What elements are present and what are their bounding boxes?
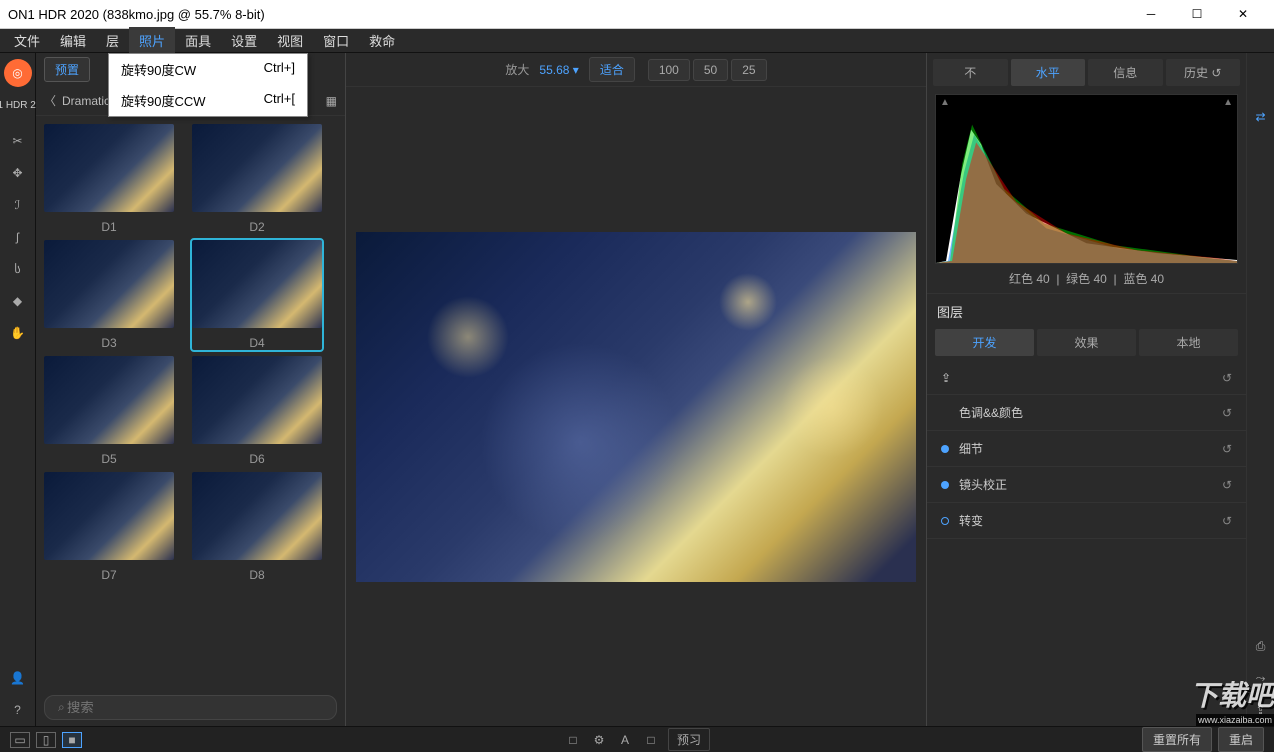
layers-title: 图层 — [927, 294, 1246, 329]
right-panel: 不水平信息历史 ↺ ▲ ▲ 红色 40 | 绿色 40 | 蓝色 40 图层 开… — [926, 53, 1246, 726]
main-canvas[interactable] — [356, 232, 916, 582]
search-input[interactable] — [44, 695, 337, 720]
zoom-label: 放大 — [505, 61, 529, 78]
adjust-row-色调&&颜色[interactable]: 色调&&颜色↺ — [927, 395, 1246, 431]
preset-D3[interactable]: D3 — [44, 240, 174, 350]
help-icon[interactable]: ? — [4, 696, 32, 724]
close-button[interactable]: ✕ — [1220, 0, 1266, 29]
menu-照片[interactable]: 照片 — [129, 27, 175, 54]
menu-视图[interactable]: 视图 — [267, 27, 313, 54]
adjust-row-镜头校正[interactable]: 镜头校正↺ — [927, 467, 1246, 503]
right-tab-历史[interactable]: 历史 ↺ — [1166, 59, 1241, 86]
window-title: ON1 HDR 2020 (838kmo.jpg @ 55.7% 8-bit) — [8, 7, 1128, 22]
subtab-开发[interactable]: 开发 — [935, 329, 1034, 356]
crop-tool-icon[interactable]: ✂ — [4, 127, 32, 155]
photo-menu-dropdown: 旋转90度CWCtrl+]旋转90度CCWCtrl+[ — [108, 53, 308, 117]
menubar: 文件编辑层照片面具设置视图窗口救命 — [0, 29, 1274, 53]
user-icon[interactable]: 👤 — [4, 664, 32, 692]
center-canvas-area: 放大 55.68 ▾ 适合 1005025 — [346, 53, 926, 726]
presets-panel: 预置 〈 Dramatic ▦ D1D2D3D4D5D6D7D8 ⌕ — [36, 53, 346, 726]
left-tool-column: ◎ ON1 HDR 2020 ✂ ✥ ℐ ʃ ს ◆ ✋ 👤 ? — [0, 53, 36, 726]
highlight-clip-icon[interactable]: ▲ — [1223, 97, 1233, 108]
menu-窗口[interactable]: 窗口 — [313, 27, 359, 54]
rgb-readout: 红色 40 | 绿色 40 | 蓝色 40 — [927, 264, 1246, 294]
zoom-100[interactable]: 100 — [648, 59, 690, 81]
bottom-tool-icon[interactable]: □ — [564, 733, 582, 747]
export2-icon[interactable]: ⇪ — [1250, 699, 1272, 721]
shadow-clip-icon[interactable]: ▲ — [940, 97, 950, 108]
histogram[interactable]: ▲ ▲ — [935, 94, 1238, 264]
right-tab-信息[interactable]: 信息 — [1088, 59, 1163, 86]
minimize-button[interactable]: ─ — [1128, 0, 1174, 29]
restart-button[interactable]: 重启 — [1218, 727, 1264, 752]
subtab-本地[interactable]: 本地 — [1139, 329, 1238, 356]
grid-view-icon[interactable]: ▦ — [326, 94, 337, 108]
brush-tool-icon[interactable]: ℐ — [4, 191, 32, 219]
preset-D1[interactable]: D1 — [44, 124, 174, 234]
zoom-value[interactable]: 55.68 ▾ — [539, 63, 578, 77]
bottom-tool-icon[interactable]: □ — [642, 733, 660, 747]
adjust-row-细节[interactable]: 细节↺ — [927, 431, 1246, 467]
menu-设置[interactable]: 设置 — [221, 27, 267, 54]
hand-tool-icon[interactable]: ✋ — [4, 319, 32, 347]
preset-D8[interactable]: D8 — [192, 472, 322, 582]
fit-button[interactable]: 适合 — [589, 57, 635, 82]
preset-D5[interactable]: D5 — [44, 356, 174, 466]
reset-all-button[interactable]: 重置所有 — [1142, 727, 1212, 752]
maximize-button[interactable]: ☐ — [1174, 0, 1220, 29]
bottom-tool-icon[interactable]: ⚙ — [590, 733, 608, 747]
adjust-row-转变[interactable]: 转变↺ — [927, 503, 1246, 539]
share-icon[interactable]: ⤳ — [1250, 667, 1272, 689]
export-row[interactable]: ⇪ ↺ — [927, 362, 1246, 395]
print-icon[interactable]: ⎙ — [1250, 635, 1272, 657]
menu-面具[interactable]: 面具 — [175, 27, 221, 54]
view-mode-3-icon[interactable]: ■ — [62, 732, 82, 748]
right-tab-水平[interactable]: 水平 — [1011, 59, 1086, 86]
zoom-bar: 放大 55.68 ▾ 适合 1005025 — [346, 53, 926, 87]
right-tab-不[interactable]: 不 — [933, 59, 1008, 86]
preset-D4[interactable]: D4 — [192, 240, 322, 350]
clone-tool-icon[interactable]: ს — [4, 255, 32, 283]
brand-icon[interactable]: ◎ — [4, 59, 32, 87]
heal-tool-icon[interactable]: ʃ — [4, 223, 32, 251]
move-tool-icon[interactable]: ✥ — [4, 159, 32, 187]
zoom-25[interactable]: 25 — [731, 59, 766, 81]
preset-D2[interactable]: D2 — [192, 124, 322, 234]
export-icon: ⇪ — [941, 371, 1222, 385]
adjust-icon[interactable]: ⇄ — [1250, 106, 1272, 128]
preset-D7[interactable]: D7 — [44, 472, 174, 582]
menu-文件[interactable]: 文件 — [4, 27, 50, 54]
reset-icon[interactable]: ↺ — [1222, 371, 1232, 385]
right-tool-column: ⇄ ⎙ ⤳ ⇪ — [1246, 53, 1274, 726]
bottom-bar: ▭ ▯ ■ □ ⚙ A □ 预习 重置所有 重启 — [0, 726, 1274, 752]
menu-救命[interactable]: 救命 — [359, 27, 405, 54]
menu-item-旋转90度CCW[interactable]: 旋转90度CCWCtrl+[ — [109, 85, 307, 116]
titlebar: ON1 HDR 2020 (838kmo.jpg @ 55.7% 8-bit) … — [0, 0, 1274, 29]
subtab-效果[interactable]: 效果 — [1037, 329, 1136, 356]
bottom-tool-icon[interactable]: A — [616, 733, 634, 747]
view-mode-1-icon[interactable]: ▭ — [10, 732, 30, 748]
mask-tool-icon[interactable]: ◆ — [4, 287, 32, 315]
menu-层[interactable]: 层 — [96, 27, 129, 54]
back-icon[interactable]: 〈 — [44, 92, 56, 109]
preset-D6[interactable]: D6 — [192, 356, 322, 466]
presets-pill[interactable]: 预置 — [44, 57, 90, 82]
search-icon: ⌕ — [58, 700, 65, 715]
view-mode-2-icon[interactable]: ▯ — [36, 732, 56, 748]
preview-button[interactable]: 预习 — [668, 728, 710, 751]
menu-编辑[interactable]: 编辑 — [50, 27, 96, 54]
zoom-50[interactable]: 50 — [693, 59, 728, 81]
menu-item-旋转90度CW[interactable]: 旋转90度CWCtrl+] — [109, 54, 307, 85]
